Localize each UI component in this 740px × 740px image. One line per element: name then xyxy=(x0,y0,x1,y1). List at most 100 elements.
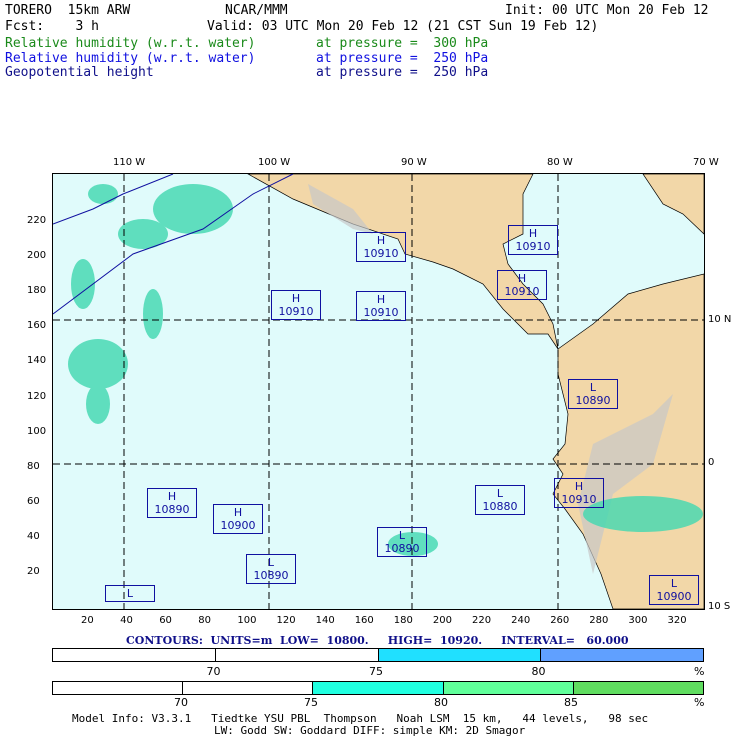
top-axis-label: 80 W xyxy=(547,157,573,168)
marker-value: 10890 xyxy=(575,394,611,407)
top-axis-label: 70 W xyxy=(693,157,719,168)
bottom-axis-label: 240 xyxy=(511,615,531,626)
pressure-center-marker: H 10900 xyxy=(213,504,263,534)
marker-type: H xyxy=(574,480,584,493)
top-axis-label: 110 W xyxy=(113,157,146,168)
marker-value: 10910 xyxy=(561,493,597,506)
marker-type: H xyxy=(291,292,301,305)
marker-type: H xyxy=(376,234,386,247)
right-axis-label: 10 N xyxy=(708,314,732,325)
colorbar-segment xyxy=(53,649,216,661)
bottom-axis-label: 20 xyxy=(81,615,94,626)
marker-value: 10900 xyxy=(220,519,256,532)
marker-type: L xyxy=(496,487,504,500)
marker-value: 10890 xyxy=(154,503,190,516)
pressure-center-marker: H 10910 xyxy=(497,270,547,300)
top-axis-label: 100 W xyxy=(258,157,291,168)
marker-value: 10880 xyxy=(482,500,518,513)
colorbar-segment xyxy=(313,682,444,694)
field-3-level: at pressure = 250 hPa xyxy=(316,65,489,80)
colorbar-rh-250 xyxy=(52,648,704,662)
map-panel: H 10910 H 10910 H 10910 H 10910 H 10910 H 10910 L 108… xyxy=(52,173,705,610)
init-time: Init: 00 UTC Mon 20 Feb 12 xyxy=(505,3,709,18)
contour-info: CONTOURS: UNITS=m LOW= 10800. HIGH= 1092… xyxy=(126,634,629,647)
left-axis-label: 60 xyxy=(27,495,40,507)
pressure-center-marker: L 10900 xyxy=(649,575,699,605)
colorbar-label: % xyxy=(694,665,705,678)
marker-type: L xyxy=(398,529,406,542)
left-axis-label: 20 xyxy=(27,566,40,577)
bottom-axis-label: 200 xyxy=(432,615,452,626)
pressure-center-marker: L xyxy=(105,585,155,602)
right-axis-label: 0 xyxy=(708,457,715,468)
bottom-axis-label: 40 xyxy=(120,615,133,626)
pressure-center-marker: H 10910 xyxy=(271,290,321,320)
bottom-axis-label: 80 xyxy=(198,615,212,626)
left-axis-label: 100 xyxy=(27,425,47,437)
marker-type: L xyxy=(670,577,678,590)
colorbar-segment xyxy=(183,682,314,694)
field-3-name: Geopotential height xyxy=(5,65,154,80)
pressure-center-marker: H 10910 xyxy=(356,232,406,262)
colorbar-rh-300 xyxy=(52,681,704,695)
marker-value: 10910 xyxy=(363,306,399,319)
pressure-center-marker: L 10890 xyxy=(377,527,427,557)
bottom-axis-label: 300 xyxy=(628,615,648,626)
marker-type: L xyxy=(267,556,275,569)
bottom-axis-label: 220 xyxy=(472,615,492,626)
marker-value: 10890 xyxy=(253,569,289,582)
marker-type: L xyxy=(589,381,597,394)
left-axis-label: 160 xyxy=(27,320,47,332)
pressure-center-marker: H 10910 xyxy=(356,291,406,321)
valid-time: Valid: 03 UTC Mon 20 Feb 12 (21 CST Sun … xyxy=(207,19,599,34)
colorbar-segment xyxy=(378,649,542,661)
bottom-axis-label: 320 xyxy=(667,615,687,626)
left-axis-label: 200 xyxy=(27,250,47,262)
colorbar-label: 75 xyxy=(369,665,383,678)
left-axis-label: 120 xyxy=(27,390,47,402)
left-axis-label: 80 xyxy=(27,460,40,472)
colorbar-label: 75 xyxy=(304,696,318,709)
colorbar-segment xyxy=(573,682,704,694)
marker-type: H xyxy=(233,506,243,519)
forecast-hour: Fcst: 3 h xyxy=(5,19,99,34)
field-1-name: Relative humidity (w.r.t. water) xyxy=(5,36,256,51)
bottom-axis-label: 280 xyxy=(589,615,609,626)
pressure-center-marker: L 10890 xyxy=(568,379,618,409)
left-axis-label: 140 xyxy=(27,355,47,367)
pressure-center-marker: H 10910 xyxy=(554,478,604,508)
bottom-axis-label: 140 xyxy=(315,615,335,626)
marker-value: 10890 xyxy=(384,542,420,555)
right-axis-label: 10 S xyxy=(708,601,731,612)
colorbar-segment xyxy=(443,682,574,694)
bottom-axis-label: 60 xyxy=(159,615,172,626)
model-title: TORERO 15km ARW xyxy=(5,3,131,18)
bottom-axis-label: 260 xyxy=(550,615,570,626)
left-axis-label: 220 xyxy=(27,215,47,226)
pressure-center-marker: H 10910 xyxy=(508,225,558,255)
marker-value: 10910 xyxy=(363,247,399,260)
colorbar-label: 85 xyxy=(564,696,578,709)
colorbar-label: 70 xyxy=(174,696,188,709)
marker-type: H xyxy=(376,293,386,306)
colorbar-segment xyxy=(541,649,703,661)
top-axis-label: 90 W xyxy=(401,157,427,168)
marker-value: 10910 xyxy=(504,285,540,298)
field-2-level: at pressure = 250 hPa xyxy=(316,51,489,66)
marker-type: L xyxy=(126,587,134,600)
bottom-axis-label: 180 xyxy=(393,615,413,626)
colorbar-label: 70 xyxy=(206,665,221,678)
marker-type: H xyxy=(528,227,538,240)
org-label: NCAR/MMM xyxy=(225,3,288,18)
colorbar-label: 80 xyxy=(531,665,546,678)
bottom-axis-label: 120 xyxy=(276,615,296,626)
land xyxy=(247,174,704,609)
field-1-level: at pressure = 300 hPa xyxy=(316,36,489,51)
marker-value: 10910 xyxy=(278,305,314,318)
colorbar-label: % xyxy=(694,696,705,709)
marker-value: 10900 xyxy=(656,590,692,603)
left-axis-label: 180 xyxy=(27,285,47,297)
field-2-name: Relative humidity (w.r.t. water) xyxy=(5,51,256,66)
pressure-center-marker: H 10890 xyxy=(147,488,197,518)
pressure-center-marker: L 10890 xyxy=(246,554,296,584)
